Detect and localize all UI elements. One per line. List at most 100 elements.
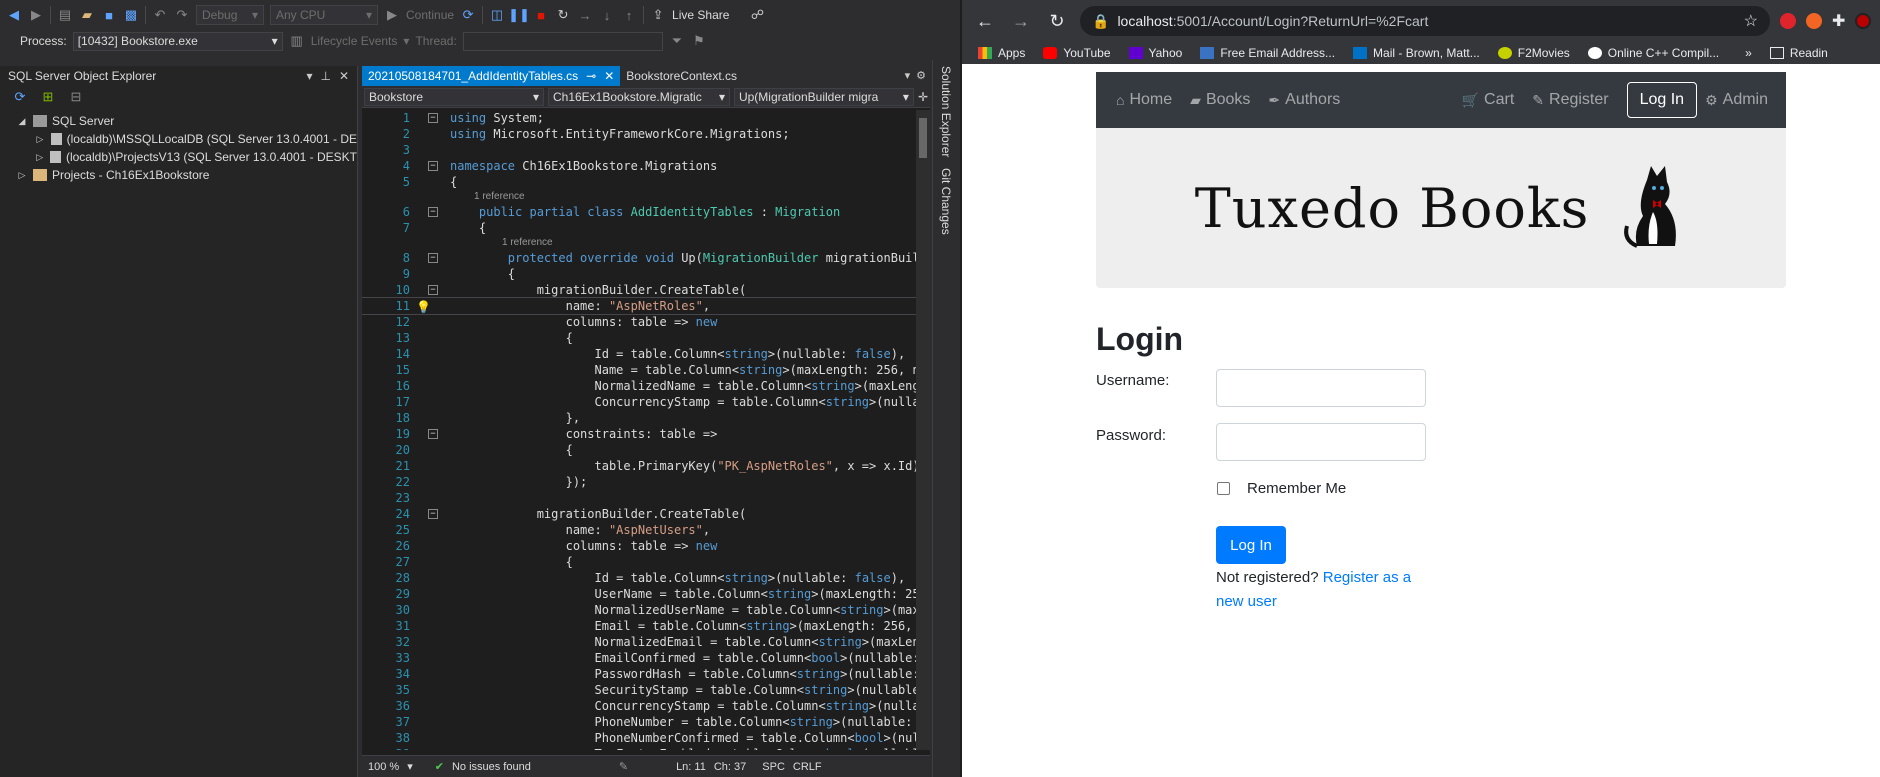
chevron-down-icon[interactable]: ▾ xyxy=(407,760,413,773)
username-field[interactable] xyxy=(1216,369,1426,407)
zoom-level[interactable]: 100 % xyxy=(368,761,399,773)
redo-icon[interactable]: ↷ xyxy=(174,7,190,23)
bookmark-free-email[interactable]: Free Email Address... xyxy=(1200,46,1335,60)
password-field[interactable] xyxy=(1216,423,1426,461)
new-item-icon[interactable]: ▤ xyxy=(57,7,73,23)
vertical-scrollbar[interactable] xyxy=(916,110,930,750)
remember-me-label[interactable]: Remember Me xyxy=(1247,480,1346,497)
codelens-reference[interactable]: 1 reference xyxy=(362,236,920,250)
pin-icon[interactable]: ⊥ xyxy=(320,69,330,83)
reading-list[interactable]: Readin xyxy=(1769,46,1828,60)
undo-icon[interactable]: ↶ xyxy=(152,7,168,23)
collapse-icon[interactable]: − xyxy=(428,429,438,439)
bookmark-apps[interactable]: Apps xyxy=(978,46,1025,60)
add-server-icon[interactable]: ⊞ xyxy=(40,89,56,105)
solution-explorer-tab[interactable]: Solution Explorer xyxy=(939,66,953,157)
forward-arrow-icon[interactable]: → xyxy=(1008,11,1034,32)
tab-bookstore-context[interactable]: BookstoreContext.cs xyxy=(620,66,743,86)
extensions-puzzle-icon[interactable]: ✚ xyxy=(1832,11,1845,31)
refresh-icon[interactable]: ⟳ xyxy=(460,7,476,23)
nav-cart[interactable]: 🛒 Cart xyxy=(1462,91,1515,109)
nav-authors[interactable]: ✒ Authors xyxy=(1268,91,1340,109)
process-dropdown[interactable]: [10432] Bookstore.exe ▾ xyxy=(72,31,283,51)
split-icon[interactable]: ✛ xyxy=(918,90,928,104)
step-out-icon[interactable]: ↑ xyxy=(621,7,637,23)
issues-status[interactable]: No issues found xyxy=(452,761,531,773)
line-ending[interactable]: CRLF xyxy=(793,761,822,773)
chevron-down-icon[interactable]: ▾ xyxy=(905,69,911,82)
bookmark-online-cpp[interactable]: Online C++ Compil... xyxy=(1587,46,1719,60)
save-all-icon[interactable]: ▩ xyxy=(123,7,139,23)
nav-admin[interactable]: ⚙ Admin xyxy=(1705,91,1768,109)
save-icon[interactable]: ■ xyxy=(101,7,117,23)
flag-icon[interactable]: ⚑ xyxy=(691,33,707,49)
continue-button[interactable]: Continue xyxy=(406,8,454,22)
project-dropdown[interactable]: Bookstore ▾ xyxy=(364,87,544,106)
tree-item-sql-server[interactable]: ◢ SQL Server xyxy=(0,112,357,130)
back-icon[interactable]: ◀ xyxy=(6,7,22,23)
class-dropdown[interactable]: Ch16Ex1Bookstore.Migratic ▾ xyxy=(547,87,730,106)
thread-dropdown[interactable] xyxy=(462,31,663,51)
reload-icon[interactable]: ↻ xyxy=(1044,11,1070,32)
forward-icon[interactable]: ▶ xyxy=(28,7,44,23)
nav-register[interactable]: ✎ Register xyxy=(1532,91,1608,109)
collapsed-icon[interactable]: ▷ xyxy=(34,152,45,163)
bookmark-star-icon[interactable]: ☆ xyxy=(1744,11,1758,31)
collapse-icon[interactable]: − xyxy=(428,509,438,519)
step-into-icon[interactable]: ↓ xyxy=(599,7,615,23)
tab-add-identity-tables[interactable]: 20210508184701_AddIdentityTables.cs ⊸ ✕ xyxy=(362,66,621,86)
play-icon[interactable]: ▶ xyxy=(384,7,400,23)
collapse-icon[interactable]: − xyxy=(428,285,438,295)
back-arrow-icon[interactable]: ← xyxy=(972,11,998,32)
nav-home[interactable]: ⌂ Home xyxy=(1116,91,1172,109)
collapse-icon[interactable]: − xyxy=(428,207,438,217)
tree-item-projectsv13[interactable]: ▷ (localdb)\ProjectsV13 (SQL Server 13.0… xyxy=(0,148,357,166)
collapsed-icon[interactable]: ▷ xyxy=(34,134,46,145)
close-icon[interactable]: ✕ xyxy=(339,69,349,83)
bookmark-outlook-mail[interactable]: Mail - Brown, Matt... xyxy=(1353,46,1480,60)
close-icon[interactable]: ✕ xyxy=(604,69,614,83)
collapse-icon[interactable]: − xyxy=(428,113,438,123)
disconnect-icon[interactable]: ⊟ xyxy=(68,89,84,105)
live-share-button[interactable]: Live Share xyxy=(672,8,729,22)
scroll-thumb[interactable] xyxy=(919,118,927,158)
login-button[interactable]: Log In xyxy=(1216,526,1286,564)
restart-icon[interactable]: ↻ xyxy=(555,7,571,23)
lock-icon[interactable]: 🔒 xyxy=(1092,13,1109,30)
code-area[interactable]: 1− using System; 2 using Microsoft.EntityF… xyxy=(362,110,920,750)
brush-icon[interactable]: ✎ xyxy=(619,760,628,773)
chevron-down-icon[interactable]: ▾ xyxy=(306,69,312,83)
feedback-icon[interactable]: ☍ xyxy=(749,7,765,23)
pause-icon[interactable]: ❚❚ xyxy=(508,7,530,23)
filter-icon[interactable]: ⏷ xyxy=(669,33,685,49)
browser-link-icon[interactable]: ◫ xyxy=(489,7,505,23)
tree-item-projects[interactable]: ▷ Projects - Ch16Ex1Bookstore xyxy=(0,166,357,184)
address-bar[interactable]: 🔒 localhost:5001/Account/Login?ReturnUrl… xyxy=(1080,6,1770,36)
step-over-icon[interactable]: → xyxy=(577,7,593,23)
collapse-icon[interactable]: − xyxy=(428,161,438,171)
bookmark-yahoo[interactable]: Yahoo xyxy=(1128,46,1182,60)
config-dropdown[interactable]: Debug ▾ xyxy=(196,5,264,25)
tree-item-mssqllocaldb[interactable]: ▷ (localdb)\MSSQLLocalDB (SQL Server 13.… xyxy=(0,130,357,148)
member-dropdown[interactable]: Up(MigrationBuilder migra ▾ xyxy=(733,87,914,106)
whitespace-mode[interactable]: SPC xyxy=(762,761,785,773)
nav-login[interactable]: Log In xyxy=(1626,82,1698,118)
more-bookmarks-icon[interactable]: » xyxy=(1745,46,1752,60)
collapsed-icon[interactable]: ▷ xyxy=(16,170,28,181)
profile-avatar[interactable] xyxy=(1855,13,1872,29)
extension-shield-icon[interactable] xyxy=(1780,13,1796,29)
bookmark-f2movies[interactable]: F2Movies xyxy=(1497,46,1570,60)
extension-fox-icon[interactable] xyxy=(1806,13,1822,29)
open-folder-icon[interactable]: ▰ xyxy=(79,7,95,23)
lifecycle-events-button[interactable]: Lifecycle Events xyxy=(311,34,398,48)
collapse-icon[interactable]: − xyxy=(428,253,438,263)
git-changes-tab[interactable]: Git Changes xyxy=(939,168,953,235)
pin-icon[interactable]: ⊸ xyxy=(586,69,596,83)
stop-icon[interactable]: ■ xyxy=(533,7,549,23)
refresh-icon[interactable]: ⟳ xyxy=(12,89,28,105)
bookmark-youtube[interactable]: YouTube xyxy=(1043,46,1111,60)
nav-books[interactable]: ▰ Books xyxy=(1190,91,1250,109)
platform-dropdown[interactable]: Any CPU ▾ xyxy=(270,5,378,25)
lightbulb-icon[interactable]: 💡 xyxy=(416,299,431,315)
expanded-icon[interactable]: ◢ xyxy=(16,116,28,127)
